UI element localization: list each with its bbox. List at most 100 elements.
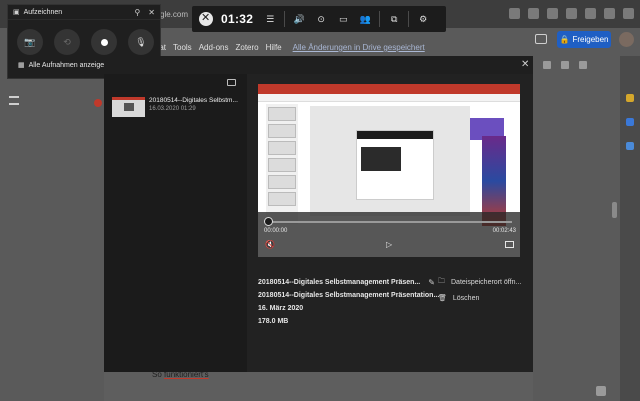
side-panel-bar [620, 56, 640, 401]
folder-icon[interactable] [227, 79, 236, 86]
seek-bar[interactable] [266, 221, 512, 223]
separator [284, 11, 286, 27]
extension-icon[interactable] [585, 8, 596, 19]
ppt-slide-thumb [268, 175, 296, 189]
gallery-icon: ▦ [18, 62, 25, 69]
lock-icon: 🔒 [559, 35, 570, 44]
extension-icon[interactable] [547, 8, 558, 19]
webpage-image [361, 147, 401, 171]
extension-icon[interactable] [509, 8, 520, 19]
play-icon[interactable]: ▷ [386, 240, 392, 249]
recording-details: 20180514--Digitales Selbstmanagement Prä… [258, 276, 439, 328]
collapse-icon[interactable] [579, 61, 587, 69]
video-preview[interactable]: 00:00:00 00:02:43 🔇 ▷ [258, 84, 520, 257]
folder-open-icon: 🗀 [438, 278, 445, 285]
share-button-label: Freigeben [572, 35, 609, 44]
record-last-button[interactable]: ⟲ [54, 29, 80, 55]
menu-addons[interactable]: Add-ons [199, 43, 229, 52]
capture-widget-header[interactable]: ▣ Aufzeichnen ⚲ ✕ [8, 5, 160, 20]
share-button[interactable]: 🔒 Freigeben [557, 31, 611, 48]
calendar-icon[interactable] [626, 142, 634, 150]
ppt-slide-thumb [268, 158, 296, 172]
settings-gear-icon[interactable]: ⚙ [412, 8, 434, 30]
separator [408, 11, 410, 27]
record-last-icon: ⟲ [63, 36, 71, 47]
extension-icons [509, 8, 634, 19]
ppt-slide-thumb [268, 107, 296, 121]
camera-icon: 📷 [24, 36, 36, 47]
scrollbar-thumb[interactable] [612, 202, 617, 218]
separator [379, 11, 381, 27]
microphone-icon: 🎙 [135, 36, 147, 47]
ppt-slide-thumb [268, 124, 296, 138]
xbox-icon[interactable] [199, 11, 213, 26]
delete-label: Löschen [452, 294, 480, 302]
elapsed-time: 00:00:00 [264, 228, 288, 234]
chevron-down-icon[interactable] [561, 61, 569, 69]
close-icon[interactable]: ✕ [148, 8, 155, 17]
recording-thumbnail [112, 97, 145, 117]
extension-icon[interactable] [623, 8, 634, 19]
ppt-slide-thumb [268, 141, 296, 155]
gallery-close-icon[interactable]: ✕ [521, 59, 529, 70]
comment-icon[interactable] [535, 34, 547, 44]
embedded-webpage [356, 130, 434, 200]
game-bar-timer: 01:32 [221, 12, 254, 26]
extension-icon[interactable] [528, 8, 539, 19]
fullscreen-icon[interactable] [505, 241, 514, 248]
docs-left-margin [0, 56, 104, 401]
capture-buttons: 📷 ⟲ 🎙 [8, 20, 160, 55]
ppt-slide-panel [266, 104, 298, 224]
recording-full-title: 20180514--Digitales Selbstmanagement Prä… [258, 292, 440, 299]
outline-icon[interactable] [9, 96, 19, 105]
recording-date-detail: 16. März 2020 [258, 305, 304, 312]
docs-toolbar-right [533, 56, 620, 74]
recording-date: 16.03.2020 01:29 [149, 106, 196, 112]
mute-icon[interactable]: 🔇 [265, 240, 275, 249]
ppt-ribbon [258, 84, 520, 94]
edit-pencil-icon[interactable]: ✎ [428, 276, 435, 289]
menu-help[interactable]: Hilfe [266, 43, 282, 52]
pin-icon[interactable]: ⚲ [134, 8, 140, 17]
webpage-header [357, 131, 433, 139]
capture-widget-title: Aufzeichnen [23, 8, 63, 16]
avatar[interactable] [619, 32, 634, 47]
explore-icon[interactable] [596, 386, 606, 396]
extension-icon[interactable] [604, 8, 615, 19]
ppt-slide-thumb [268, 192, 296, 206]
gallery-list-item[interactable]: 20180514--Digitales Selbstm... 16.03.202… [112, 97, 247, 119]
record-widget-icon: ▣ [13, 9, 20, 16]
recording-size: 178.0 MB [258, 318, 289, 325]
docs-menu-row: rmat Tools Add-ons Zotero Hilfe Alle Änd… [150, 43, 425, 52]
extension-icon[interactable] [566, 8, 577, 19]
game-bar: 01:32 ☰ 🔊 ⊙ ▭ 👥 ⧉ ⚙ [192, 6, 446, 32]
address-bar-text[interactable]: gle.com [160, 10, 188, 19]
capture-icon[interactable]: ⊙ [310, 8, 332, 30]
trash-icon: 🗑 [438, 295, 447, 302]
save-status-link[interactable]: Alle Änderungen in Drive gespeichert [293, 43, 425, 52]
menu-tools[interactable]: Tools [173, 43, 192, 52]
recording-name: 20180514--Digitales Selbstm... [149, 97, 238, 104]
record-dot-icon [100, 38, 108, 46]
menu-zotero[interactable]: Zotero [235, 43, 258, 52]
total-duration: 00:02:43 [492, 228, 516, 234]
audio-icon[interactable]: 🔊 [288, 8, 310, 30]
microphone-button[interactable]: 🎙 [128, 29, 154, 55]
screen-icon[interactable]: ⧉ [383, 8, 405, 30]
seek-handle[interactable] [264, 217, 273, 226]
zotero-icon[interactable] [94, 99, 102, 107]
tasks-icon[interactable] [626, 118, 634, 126]
recording-title: 20180514--Digitales Selbstmanagement Prä… [258, 279, 421, 286]
keep-icon[interactable] [626, 94, 634, 102]
performance-icon[interactable]: ▭ [332, 8, 354, 30]
delete-button[interactable]: 🗑 Löschen [438, 294, 480, 303]
xbox-social-icon[interactable]: 👥 [354, 8, 376, 30]
screenshot-button[interactable]: 📷 [17, 29, 43, 55]
record-button[interactable] [91, 29, 117, 55]
editing-mode-icon[interactable] [543, 61, 551, 69]
show-all-captures-label: Alle Aufnahmen anzeigen [28, 61, 109, 69]
open-file-location-label: Dateispeicherort öffn... [451, 279, 522, 286]
open-file-location-button[interactable]: 🗀 Dateispeicherort öffn... [438, 277, 521, 288]
ppt-toolbar [258, 94, 520, 102]
widget-menu-icon[interactable]: ☰ [259, 8, 281, 30]
